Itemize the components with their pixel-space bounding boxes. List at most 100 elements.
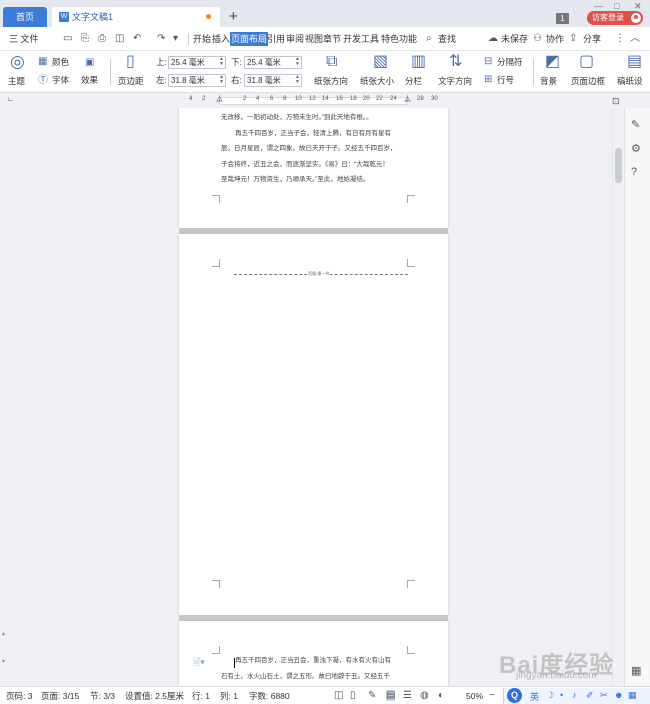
breaks-button[interactable]: 分隔符 [497,57,523,68]
redo-icon[interactable]: ↷ [157,32,165,46]
right-indent-marker-icon[interactable]: ⏅ [404,94,411,104]
menu-page-layout[interactable]: 页面布局 [230,32,269,46]
status-setting[interactable]: 设置值: 2.5厘米 [125,691,184,701]
spinner-icon[interactable]: ▲ ▼ [219,75,224,85]
unsaved-status[interactable]: 未保存 [501,32,528,46]
paragraph-line[interactable]: 子会将终，近丑之会，而逐渐坚实。《易》曰：“大哉乾元！ [221,157,409,173]
share-button[interactable]: 分享 [583,32,601,46]
horizontal-ruler[interactable]: ∟ 4 2 2 4 6 8 10 12 14 16 18 20 22 24 28… [0,94,612,108]
menu-view[interactable]: 视图 [305,32,323,46]
tab-stop-icon[interactable]: ∟ [7,96,14,103]
status-col[interactable]: 列: 1 [220,691,238,701]
page-view-icon[interactable]: ▤ [386,690,396,701]
settings-sliders-icon[interactable]: ⚙ [631,142,641,155]
page-border-button[interactable]: 页面边框 [571,76,605,87]
menu-developer[interactable]: 开发工具 [343,32,379,46]
page-3-text[interactable]: 再五千四百岁，正当丑会，重浊下凝，有水有火有山有 石有土。水火山石土，谓之五形。… [221,653,409,684]
fonts-button[interactable]: 字体 [52,75,69,86]
cloud-icon[interactable]: ☁ [488,32,498,46]
tab-document[interactable]: W 文字文稿1 [52,7,220,27]
new-tab-button[interactable]: + [229,8,238,26]
background-button[interactable]: 背景 [540,76,557,87]
help-icon[interactable]: ? [631,166,637,178]
line-numbers-button[interactable]: 行号 [497,75,514,86]
manuscript-paper-icon[interactable]: ▤ [627,54,642,70]
columns-button[interactable]: 分栏 [405,76,422,87]
ime-language[interactable]: 英 [530,690,539,703]
spinner-icon[interactable]: ▲ ▼ [295,57,300,67]
collab-icon[interactable]: ⚇ [533,32,542,46]
export-pdf-icon[interactable]: ⎘ [81,32,89,46]
outline-view-icon[interactable]: ☰ [403,690,412,701]
print-icon[interactable]: ⎙ [98,32,106,46]
paragraph-line[interactable]: 石有土。水火山石土，谓之五形。故曰地辟于丑。又经五千 [221,669,409,685]
more-menu-icon[interactable]: ⋮ [615,32,625,46]
page-1-text[interactable]: 无改移。一阳初动处，万物未生时。”到此天地有根。。 再五千四百岁，正当子会，轻清… [221,110,409,188]
pen-mode-icon[interactable]: ✎ [368,690,376,701]
paragraph-line[interactable]: 至哉坤元！万物资生，乃顺承天。”至此，地始凝结。 [221,172,409,188]
ime-punct-icon[interactable]: • [560,690,563,700]
tab-home[interactable]: 首页 [3,7,47,27]
menu-home[interactable]: 开始 [193,32,211,46]
menu-references[interactable]: 引用 [267,32,285,46]
text-direction-icon[interactable]: ⇅ [449,54,462,70]
ime-toolbar[interactable]: Q 英 ☽ • ♪ ✐ ✂ ☻ ▦ [503,688,650,704]
web-view-icon[interactable]: ◍ [420,690,429,701]
menu-search[interactable]: 查找 [438,32,456,46]
menu-features[interactable]: 特色功能 [381,32,417,46]
page-3[interactable]: 再五千四百岁，正当丑会，重浊下凝，有水有火有山有 石有土。水火山石土，谓之五形。… [179,621,448,686]
menu-review[interactable]: 审阅 [286,32,304,46]
paragraph-layout-icon[interactable]: 🗎▾ [193,655,205,671]
save-icon[interactable]: ▭ [63,32,72,46]
ime-moon-icon[interactable]: ☽ [546,690,554,701]
paper-size-icon[interactable]: ▧ [373,54,388,70]
paragraph-line[interactable]: 无改移。一阳初动处，万物未生时。”到此天地有根。。 [221,110,409,126]
header-label[interactable]: 页眉-第一节 [307,271,331,277]
left-indent-marker-icon[interactable]: ⏅ [216,94,223,104]
vertical-scrollbar[interactable] [612,108,624,686]
scrollbar-thumb[interactable] [615,148,622,183]
share-icon[interactable]: ⇪ [569,32,577,46]
paragraph-line[interactable]: 再五千四百岁，正当丑会，重浊下凝，有水有火有山有 [221,653,409,669]
spinner-icon[interactable]: ▲ ▼ [219,57,224,67]
page-2[interactable]: 页眉-第一节 [179,234,448,615]
breaks-icon[interactable]: ⊟ [484,55,492,69]
status-page-code[interactable]: 页码: 3 [6,691,32,701]
page-border-icon[interactable]: ▢ [579,54,594,70]
status-word-count[interactable]: 字数: 6880 [249,691,290,701]
ime-skin-icon[interactable]: ✂ [600,690,608,701]
eye-protection-icon[interactable]: ◐ [438,690,444,701]
margin-right-field[interactable]: 31.8 毫米 ▲ ▼ [244,74,302,87]
menu-section[interactable]: 章节 [323,32,341,46]
paragraph-line[interactable]: 再五千四百岁，正当子会，轻清上腾，有日有月有星有 [221,126,409,142]
zoom-out-icon[interactable]: − [489,690,495,701]
pen-icon[interactable]: ✎ [631,118,640,131]
margin-top-field[interactable]: 25.4 毫米 ▲ ▼ [168,56,226,69]
full-screen-icon[interactable]: ▯ [350,690,356,701]
colors-button[interactable]: 颜色 [52,57,69,68]
ime-brush-icon[interactable]: ✐ [586,690,594,701]
effects-button[interactable]: 效果 [81,75,98,86]
ruler-toggle-icon[interactable]: ⊡ [612,96,620,107]
orientation-icon[interactable]: ⧉ [326,54,337,70]
status-page[interactable]: 页面: 3/15 [41,691,79,701]
effects-icon[interactable]: ▣ [85,56,94,70]
spinner-icon[interactable]: ▲ ▼ [295,75,300,85]
read-mode-icon[interactable]: ◫ [334,690,343,701]
fonts-icon[interactable]: Ⓣ [38,74,48,88]
paragraph-line[interactable]: 辰。日月星辰，谓之四象。故曰天开于子。又经五千四百岁， [221,141,409,157]
page-1[interactable]: 无改移。一阳初动处，万物未生时。”到此天地有根。。 再五千四百岁，正当子会，轻清… [179,108,448,228]
collab-button[interactable]: 协作 [546,32,564,46]
columns-icon[interactable]: ▥ [411,54,426,70]
theme-palette-icon[interactable]: ◎ [10,53,25,70]
search-icon[interactable]: ⌕ [426,32,432,46]
apps-grid-icon[interactable]: ▦ [631,664,641,677]
background-icon[interactable]: ◩ [545,54,560,70]
margins-icon[interactable]: ▯ [126,54,135,70]
margin-left-field[interactable]: 31.8 毫米 ▲ ▼ [168,74,226,87]
line-numbers-icon[interactable]: ⊞ [484,73,492,87]
text-direction-button[interactable]: 文字方向 [438,76,472,87]
ime-logo-icon[interactable]: Q [507,688,522,703]
minimize-button[interactable]: — [594,1,603,11]
status-row[interactable]: 行: 1 [192,691,210,701]
